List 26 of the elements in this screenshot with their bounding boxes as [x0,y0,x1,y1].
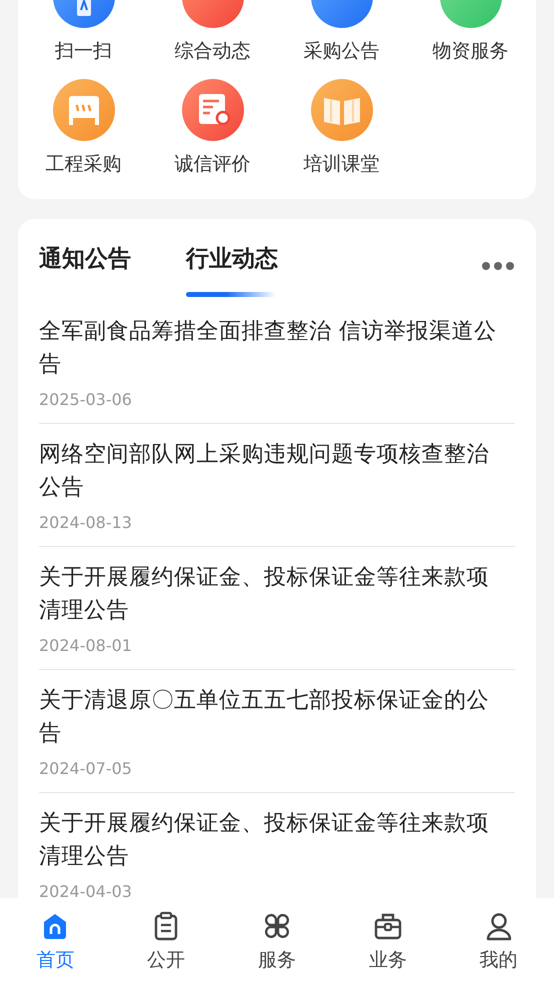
shortcut-label[interactable]: 诚信评价 [174,151,250,177]
news-date: 2024-08-01 [39,635,133,657]
nav-tab[interactable]: 我的 [443,898,554,985]
shortcut-label[interactable]: 工程采购 [46,151,122,177]
shortcut-label[interactable]: 扫一扫 [55,38,112,64]
stall-icon[interactable] [52,79,114,141]
news-date: 2025-03-06 [39,389,133,411]
open-book-icon[interactable] [310,79,372,141]
news-title[interactable]: 网络空间部队网上采购违规问题专项核查整治公告 [39,438,504,504]
news-title[interactable]: 全军副食品筹措全面排查整治 信访举报渠道公告 [39,315,504,381]
shortcut-label[interactable]: 综合动态 [174,38,250,64]
news-date: 2024-08-13 [39,512,133,534]
news-tab[interactable]: 行业动态 [186,243,278,297]
shortcut-label[interactable]: 培训课堂 [304,151,380,177]
document-search-icon[interactable] [182,79,244,141]
toolbox-icon [372,911,403,941]
news-title[interactable]: 关于清退原〇五单位五五七部投标保证金的公告 [39,684,504,750]
more-icon[interactable] [481,261,515,271]
nav-tab[interactable]: 服务 [222,898,332,985]
news-tab[interactable]: 通知公告 [39,243,131,297]
shortcut-label[interactable]: 物资服务 [432,38,508,64]
shortcut-label[interactable]: 采购公告 [304,38,380,64]
news-title[interactable]: 关于开展履约保证金、投标保证金等往来款项清理公告 [39,561,504,627]
nav-tab[interactable]: 业务 [332,898,444,985]
news-title[interactable]: 关于开展履约保证金、投标保证金等往来款项清理公告 [39,807,504,873]
news-date: 2024-07-05 [39,758,133,780]
